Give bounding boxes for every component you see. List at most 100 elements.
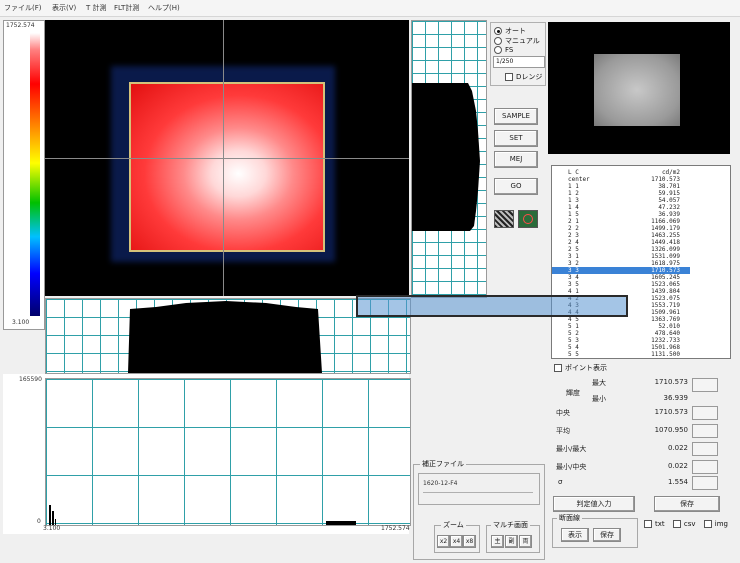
sigma-label: σ xyxy=(558,478,563,486)
multi-sub-button[interactable]: 副 xyxy=(505,535,518,548)
sample-button[interactable]: SAMPLE xyxy=(494,108,538,125)
list-item[interactable]: 1 3 54.057 xyxy=(552,197,690,204)
list-item[interactable]: 4 5 1363.769 xyxy=(552,316,690,323)
section-show-button[interactable]: 表示 xyxy=(561,528,589,542)
wave-pattern-icon[interactable] xyxy=(494,210,514,228)
menu-file[interactable]: ファイル(F) xyxy=(4,3,42,13)
target-icon[interactable] xyxy=(518,210,538,228)
list-item-position: 3 3 xyxy=(568,267,579,274)
export-txt-label: txt xyxy=(655,520,665,528)
multi-main-button[interactable]: 主 xyxy=(491,535,504,548)
judge-input-button[interactable]: 判定値入力 xyxy=(553,496,635,512)
export-csv-label: csv xyxy=(683,520,696,528)
menu-help[interactable]: ヘルプ(H) xyxy=(148,3,180,13)
point-display-checkbox[interactable]: ポイント表示 xyxy=(554,363,607,373)
list-item[interactable]: 1 2 59.915 xyxy=(552,190,690,197)
target-icon-ring xyxy=(523,214,533,224)
go-button[interactable]: GO xyxy=(494,178,538,195)
list-item-position: 5 5 xyxy=(568,351,579,358)
mej-button[interactable]: MEJ xyxy=(494,151,538,168)
max-label: 最大 xyxy=(592,379,606,387)
zoom-x2-button[interactable]: x2 xyxy=(437,535,450,548)
correction-file-box[interactable]: 1620-12-F4 xyxy=(418,473,540,505)
radio-fs-label: FS xyxy=(505,46,514,54)
list-item-value: 1509.961 xyxy=(651,309,680,316)
set-button[interactable]: SET xyxy=(494,130,538,147)
radio-fs[interactable]: FS xyxy=(494,46,513,54)
zoom-x4-button[interactable]: x4 xyxy=(450,535,463,548)
list-header-left: L C xyxy=(568,169,579,176)
radio-manual[interactable]: マニュアル xyxy=(494,36,540,46)
list-item[interactable]: 5 4 1501.968 xyxy=(552,344,690,351)
list-item[interactable]: 1 1 38.701 xyxy=(552,183,690,190)
list-item[interactable]: 2 5 1326.099 xyxy=(552,246,690,253)
list-item-value: 1131.500 xyxy=(651,351,680,358)
list-item[interactable]: 2 4 1449.418 xyxy=(552,239,690,246)
list-header-right: cd/m2 xyxy=(661,169,680,176)
radio-manual-indicator xyxy=(494,37,502,45)
export-img-checkbox[interactable]: img xyxy=(703,520,728,528)
export-csv-checkbox[interactable]: csv xyxy=(672,520,696,528)
drange-label: Dレンジ xyxy=(516,73,543,81)
menu-view[interactable]: 表示(V) xyxy=(52,3,76,13)
list-item[interactable]: 1 5 36.939 xyxy=(552,211,690,218)
list-item-position: 4 1 xyxy=(568,288,579,295)
thumbnail-preview[interactable] xyxy=(548,22,730,154)
list-item-position: 2 3 xyxy=(568,232,579,239)
list-item[interactable]: 3 1 1531.099 xyxy=(552,253,690,260)
list-item[interactable]: 5 3 1232.733 xyxy=(552,337,690,344)
shutter-field[interactable]: 1/250 xyxy=(493,56,545,68)
list-item-value: 1605.245 xyxy=(651,274,680,281)
list-item-value: 59.915 xyxy=(658,190,680,197)
multi-both-button[interactable]: 両 xyxy=(519,535,532,548)
min-max-label: 最小/最大 xyxy=(556,445,587,453)
menu-t-measure[interactable]: T 計測 xyxy=(86,3,107,13)
measurement-list[interactable]: L C cd/m2 center 1710.573 1 1 38.701 1 2 59.91… xyxy=(551,165,731,359)
min-center-indicator xyxy=(692,460,718,474)
list-item[interactable]: center 1710.573 xyxy=(552,176,690,183)
list-item-position: 3 1 xyxy=(568,253,579,260)
correction-title: 補正ファイル xyxy=(420,459,466,469)
list-item-value: 1501.968 xyxy=(651,344,680,351)
menu-flt-measure[interactable]: FLT計測 xyxy=(114,3,139,13)
statistics-panel: ポイント表示 輝度 最大 1710.573 最小 36.939 中央 1710.… xyxy=(548,360,732,490)
colorscale-max-label: 1752.574 xyxy=(6,22,35,29)
min-value: 36.939 xyxy=(663,394,689,402)
list-item[interactable]: 5 2 478.640 xyxy=(552,330,690,337)
list-item-value: 47.232 xyxy=(658,204,680,211)
list-item[interactable]: 3 4 1605.245 xyxy=(552,274,690,281)
drange-checkbox[interactable]: Dレンジ xyxy=(505,72,542,82)
drange-checkbox-box xyxy=(505,73,513,81)
list-item[interactable]: 5 1 52.010 xyxy=(552,323,690,330)
list-item-position: 3 5 xyxy=(568,281,579,288)
list-item[interactable]: 2 1 1166.069 xyxy=(552,218,690,225)
list-item[interactable]: 3 3 1710.573 xyxy=(552,267,690,274)
avg-label: 平均 xyxy=(556,427,570,435)
histogram-bars xyxy=(49,505,356,525)
list-item-position: 1 2 xyxy=(568,190,579,197)
colorscale-gradient xyxy=(30,33,40,316)
luminance-image[interactable] xyxy=(45,20,409,296)
list-item[interactable]: 2 2 1499.179 xyxy=(552,225,690,232)
list-item[interactable]: 4 1 1439.804 xyxy=(552,288,690,295)
list-item-value: 1618.975 xyxy=(651,260,680,267)
zoom-x8-button[interactable]: x8 xyxy=(463,535,476,548)
min-label: 最小 xyxy=(592,395,606,403)
list-item-value: 1523.075 xyxy=(651,295,680,302)
list-item[interactable]: 5 5 1131.500 xyxy=(552,351,690,358)
list-item-value: 1463.255 xyxy=(651,232,680,239)
multi-screen-title: マルチ画面 xyxy=(491,520,530,530)
list-item[interactable]: 3 5 1523.065 xyxy=(552,281,690,288)
max-indicator xyxy=(692,378,718,392)
section-save-button[interactable]: 保存 xyxy=(593,528,621,542)
list-item-value: 1531.099 xyxy=(651,253,680,260)
export-txt-checkbox[interactable]: txt xyxy=(644,520,665,528)
zoom-group: ズーム x2 x4 x8 xyxy=(434,520,480,553)
list-item[interactable]: 3 2 1618.975 xyxy=(552,260,690,267)
min-center-value: 0.022 xyxy=(667,462,688,470)
list-item[interactable]: 1 4 47.232 xyxy=(552,204,690,211)
histogram-plot xyxy=(45,378,411,526)
radio-auto[interactable]: オート xyxy=(494,26,526,36)
save-button[interactable]: 保存 xyxy=(654,496,720,512)
list-item[interactable]: 2 3 1463.255 xyxy=(552,232,690,239)
